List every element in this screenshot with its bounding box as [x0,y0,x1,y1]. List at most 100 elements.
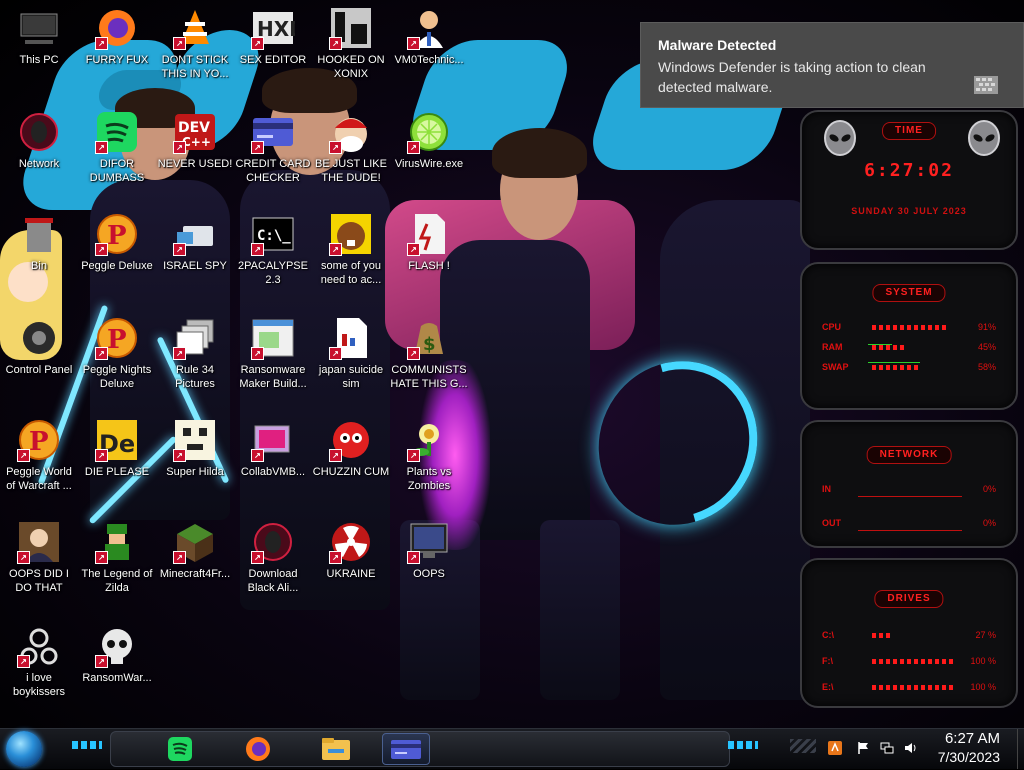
shortcut-arrow-icon: ↗ [95,37,108,50]
toast-title: Malware Detected [658,37,777,53]
malware-toast-notification[interactable]: Malware Detected Windows Defender is tak… [640,22,1024,108]
desktop-icon[interactable]: ↗ OOPS DID I DO THAT [0,520,78,595]
alien-head-icon [824,120,856,156]
desktop-icon[interactable]: ↗ CollabVMB... [234,418,312,479]
taskbar-firefox[interactable] [234,733,282,765]
desktop-icon[interactable]: This PC [0,6,78,67]
svg-text:P: P [107,325,127,355]
drives-label: E:\ [822,682,834,692]
desktop-icon[interactable]: ↗ japan suicide sim [312,316,390,391]
recycle-bin-icon [17,212,61,256]
shortcut-arrow-icon: ↗ [407,141,420,154]
desktop-icon-label: Network [18,158,60,170]
desktop-icon-label: Peggle World of Warcraft ... [6,466,72,492]
clock-time[interactable]: 6:27 AM [945,730,1000,747]
clock-date[interactable]: 7/30/2023 [938,749,1000,765]
desktop-icon[interactable]: De ↗ DIE PLEASE [78,418,156,479]
network-title: NETWORK [866,446,952,464]
system-label: RAM [822,342,843,352]
desktop-icon[interactable]: P ↗ Peggle Nights Deluxe [78,316,156,391]
desktop-icon-label: Control Panel [5,364,73,376]
desktop-icon[interactable]: ↗ some of you need to ac... [312,212,390,287]
desktop-icon[interactable]: ↗ OOPS [390,520,468,581]
desktop-icon[interactable]: ↗ The Legend of Zilda [78,520,156,595]
taskbar-file-explorer[interactable] [312,733,360,765]
shortcut-arrow-icon: ↗ [407,551,420,564]
taskbar-spotify[interactable] [156,733,204,765]
drives-row: F:\ 100 % [822,656,996,668]
network-gadget[interactable]: NETWORK IN 0% OUT 0% [800,420,1018,548]
desktop-icon[interactable]: DEV C++ ↗ NEVER USED! [156,110,234,171]
desktop-icon-label: some of you need to ac... [320,260,382,286]
desktop-icon[interactable]: ↗ FLASH ! [390,212,468,273]
alien-head-icon [968,120,1000,156]
start-button[interactable] [6,731,42,767]
desktop-icon[interactable]: Bin [0,212,78,273]
volume-icon[interactable] [904,741,918,755]
desktop-icon[interactable]: ↗ CHUZZIN CUM [312,418,390,479]
desktop-icon[interactable]: ↗ VirusWire.exe [390,110,468,171]
shortcut-arrow-icon: ↗ [17,655,30,668]
shortcut-arrow-icon: ↗ [17,449,30,462]
spotify-icon: ↗ [95,110,139,154]
hxd-icon: HXD↗ [251,6,295,50]
peggle-icon: P ↗ [95,316,139,360]
shortcut-arrow-icon: ↗ [173,243,186,256]
desktop-icon[interactable]: P ↗ Peggle Deluxe [78,212,156,273]
desktop-icon[interactable]: $ ↗ COMMUNISTS HATE THIS G... [390,316,468,391]
de-icon: De ↗ [95,418,139,462]
network-tray-icon[interactable] [880,741,894,755]
desktop-icon[interactable]: ↗ Download Black Ali... [234,520,312,595]
shortcut-arrow-icon: ↗ [329,551,342,564]
stack-icon: ↗ [173,316,217,360]
desktop-icon[interactable]: ↗ Super Hilda [156,418,234,479]
desktop-icon-label: DIFOR DUMBASS [89,158,145,184]
system-usage-bar [872,345,907,350]
desktop-icon-label: OOPS [413,568,445,580]
desktop-icon[interactable]: ↗ Minecraft4Fr... [156,520,234,581]
desktop-icon[interactable]: HXD↗ SEX EDITOR [234,6,312,67]
system-label: SWAP [822,362,849,372]
minecraft-icon: ↗ [173,520,217,564]
desktop-icon[interactable]: P ↗ Peggle World of Warcraft ... [0,418,78,493]
desktop-icon[interactable]: ↗ Ransomware Maker Build... [234,316,312,391]
shortcut-arrow-icon: ↗ [95,449,108,462]
drives-usage-bar [872,685,956,690]
desktop-icon[interactable]: Control Panel [0,316,78,377]
desktop-icon[interactable]: ↗ Plants vs Zombies [390,418,468,493]
desktop-icon-label: Peggle Deluxe [81,260,153,272]
taskbar-credit-card-checker[interactable] [382,733,430,765]
desktop-icon[interactable]: Network [0,110,78,171]
pc-icon [17,6,61,50]
desktop-icon[interactable]: C:\_ ↗ 2PACALYPSE 2.3 [234,212,312,287]
desktop-icon-label: Ransomware Maker Build... [239,364,307,390]
system-gadget[interactable]: SYSTEM CPU 91% RAM 45% SWAP 58% [800,262,1018,410]
desktop-icon[interactable]: ↗ BE JUST LIKE THE DUDE! [312,110,390,185]
desktop-icon-label: RansomWar... [82,672,152,684]
system-row: SWAP 58% [822,362,996,374]
network-graph [858,518,962,531]
desktop-icon[interactable]: ↗ DONT STICK THIS IN YO... [156,6,234,81]
spotify-icon [168,737,192,761]
show-desktop-button[interactable] [1017,729,1024,769]
time-gadget[interactable]: TIME 6:27:02 SUNDAY 30 JULY 2023 [800,110,1018,250]
desktop-icon[interactable]: ↗ CREDIT CARD CHECKER [234,110,312,185]
shortcut-arrow-icon: ↗ [407,347,420,360]
network-label: OUT [822,518,841,528]
desktop-icon[interactable]: ↗ DIFOR DUMBASS [78,110,156,185]
drives-gadget[interactable]: DRIVES C:\ 27 % F:\ 100 % E:\ 100 % [800,558,1018,708]
desktop-icon[interactable]: ↗ RansomWar... [78,624,156,685]
desktop-icon[interactable]: ↗ FURRY FUX [78,6,156,67]
file-explorer-icon [322,738,350,760]
desktop-icon[interactable]: ↗ VM0Technic... [390,6,468,67]
desktop-icon-label: DIE PLEASE [84,466,150,478]
taskbar-decoration [728,741,758,749]
money-bag-icon: $ ↗ [407,316,451,360]
orange-tray-icon[interactable] [828,741,842,755]
flag-icon[interactable] [856,741,870,755]
desktop-icon[interactable]: ↗ i love boykissers [0,624,78,699]
desktop-icon[interactable]: ↗ HOOKED ON XONIX [312,6,390,81]
desktop-icon[interactable]: ↗ UKRAINE [312,520,390,581]
desktop-icon[interactable]: ↗ Rule 34 Pictures [156,316,234,391]
desktop-icon[interactable]: ↗ ISRAEL SPY [156,212,234,273]
